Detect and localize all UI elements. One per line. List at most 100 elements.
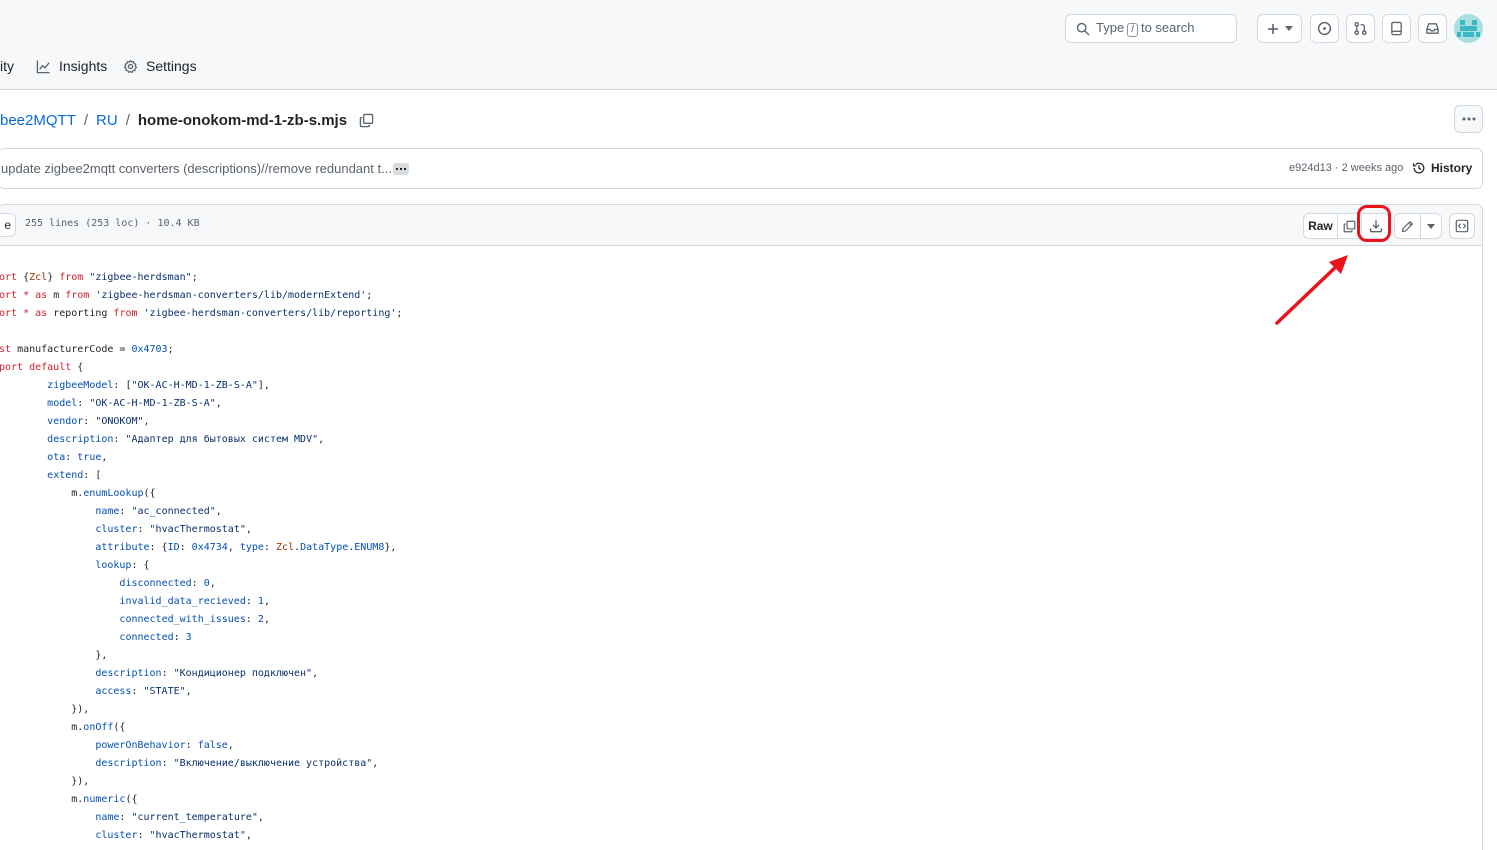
edit-file-button[interactable] bbox=[1395, 214, 1420, 238]
issues-button[interactable] bbox=[1310, 14, 1339, 43]
code-token: "zigbee-herdsman" bbox=[89, 272, 192, 283]
code-token: : bbox=[65, 452, 78, 463]
commit-time: 2 weeks ago bbox=[1341, 162, 1404, 174]
symbols-panel-button[interactable] bbox=[1450, 214, 1474, 238]
edit-dropdown-button[interactable] bbox=[1419, 214, 1441, 238]
code-token: "current_temperature" bbox=[131, 812, 258, 823]
code-line: m.onOff({ bbox=[0, 719, 402, 737]
code-token: ID bbox=[167, 542, 180, 553]
tab-security-label: ity bbox=[0, 58, 14, 74]
code-token: attribute bbox=[95, 542, 150, 553]
code-token: connected bbox=[119, 632, 174, 643]
code-token: connected_with_issues bbox=[119, 614, 246, 625]
annotation-arrow-icon bbox=[1275, 255, 1348, 325]
code-token: invalid_data_recieved bbox=[119, 596, 246, 607]
code-line: description: "Адаптер для бытовых систем… bbox=[0, 431, 402, 449]
tab-security[interactable]: ity bbox=[0, 58, 14, 74]
code-token: , bbox=[143, 416, 150, 427]
code-token: }), bbox=[0, 776, 90, 787]
code-token: : bbox=[137, 830, 150, 841]
code-token: : bbox=[83, 416, 96, 427]
code-token: m. bbox=[0, 722, 84, 733]
copilot-button[interactable] bbox=[1382, 14, 1411, 43]
code-line: ota: true, bbox=[0, 449, 402, 467]
code-token: from bbox=[59, 272, 90, 283]
create-new-button[interactable] bbox=[1257, 14, 1302, 43]
code-token: m. bbox=[0, 794, 84, 805]
pull-request-icon bbox=[1354, 21, 1367, 36]
code-token: "Адаптер для бытовых систем MDV" bbox=[125, 434, 319, 445]
commit-sha[interactable]: e924d13 bbox=[1289, 162, 1332, 174]
code-token: { bbox=[77, 362, 84, 373]
code-token: 'zigbee-herdsman-converters/lib/reportin… bbox=[143, 308, 397, 319]
code-line: }, bbox=[0, 647, 402, 665]
code-token: vendor bbox=[47, 416, 84, 427]
plus-icon bbox=[1267, 23, 1278, 34]
code-line: name: "current_temperature", bbox=[0, 809, 402, 827]
breadcrumb-separator: / bbox=[83, 111, 89, 129]
issue-icon bbox=[1317, 21, 1332, 36]
code-line: port default { bbox=[0, 359, 402, 377]
expand-commit-message-button[interactable] bbox=[393, 163, 409, 175]
code-line: ort * as reporting from 'zigbee-herdsman… bbox=[0, 305, 402, 323]
code-line: connected_with_issues: 2, bbox=[0, 611, 402, 629]
code-token: "hvacThermostat" bbox=[149, 524, 246, 535]
search-shortcut-key: / bbox=[1127, 23, 1138, 37]
code-token: : [ bbox=[113, 380, 132, 391]
code-token: "ac_connected" bbox=[131, 506, 216, 517]
code-line: attribute: {ID: 0x4734, type: Zcl.DataTy… bbox=[0, 539, 402, 557]
code-token: "ONOKOM" bbox=[95, 416, 144, 427]
code-token: "Включение/выключение устройства" bbox=[173, 758, 373, 769]
copy-path-button[interactable] bbox=[359, 113, 374, 128]
search-input[interactable]: Type / to search bbox=[1065, 14, 1237, 43]
breadcrumb-folder-link[interactable]: RU bbox=[96, 112, 118, 129]
code-line: zigbeeModel: ["OK-AC-H-MD-1-ZB-S-A"], bbox=[0, 377, 402, 395]
code-token: 3 bbox=[185, 632, 192, 643]
breadcrumb-repo-link[interactable]: bee2MQTT bbox=[0, 112, 76, 129]
code-token: : bbox=[179, 542, 192, 553]
code-token: as bbox=[35, 308, 54, 319]
commit-message[interactable]: update zigbee2mqtt converters (descripti… bbox=[1, 161, 392, 176]
pencil-icon bbox=[1401, 220, 1413, 232]
raw-copy-group: Raw bbox=[1303, 213, 1363, 239]
code-line: disconnected: 0, bbox=[0, 575, 402, 593]
code-token: : bbox=[119, 506, 132, 517]
code-token: }, bbox=[384, 542, 397, 553]
file-viewer: e 255 lines (253 loc) · 10.4 KB Raw ort … bbox=[0, 204, 1483, 850]
code-token: name bbox=[95, 506, 120, 517]
code-token: , bbox=[372, 758, 379, 769]
code-token: onOff bbox=[83, 722, 114, 733]
code-token: , bbox=[263, 614, 270, 625]
commit-meta: e924d13 · 2 weeks ago bbox=[1289, 162, 1404, 174]
history-button[interactable]: History bbox=[1412, 161, 1472, 175]
tab-settings[interactable]: Settings bbox=[123, 58, 197, 74]
more-options-button[interactable] bbox=[1454, 105, 1483, 133]
pull-requests-button[interactable] bbox=[1346, 14, 1375, 43]
code-token: , bbox=[215, 398, 222, 409]
tab-code[interactable]: e bbox=[0, 213, 16, 237]
inbox-button[interactable] bbox=[1418, 14, 1447, 43]
code-token: ], bbox=[257, 380, 270, 391]
code-token: 'zigbee-herdsman-converters/lib/modernEx… bbox=[95, 290, 367, 301]
avatar[interactable] bbox=[1454, 14, 1483, 43]
raw-button[interactable]: Raw bbox=[1304, 214, 1337, 238]
code-token: powerOnBehavior bbox=[95, 740, 186, 751]
code-line: lookup: { bbox=[0, 557, 402, 575]
code-token: "OK-AC-H-MD-1-ZB-S-A" bbox=[89, 398, 216, 409]
caret-down-icon bbox=[1426, 223, 1435, 229]
code-token: : bbox=[77, 398, 90, 409]
code-token: : bbox=[161, 758, 174, 769]
code-token: zigbeeModel bbox=[47, 380, 114, 391]
tab-insights[interactable]: Insights bbox=[36, 58, 107, 74]
code-line: ort {Zcl} from "zigbee-herdsman"; bbox=[0, 269, 402, 287]
code-token: * bbox=[23, 290, 36, 301]
